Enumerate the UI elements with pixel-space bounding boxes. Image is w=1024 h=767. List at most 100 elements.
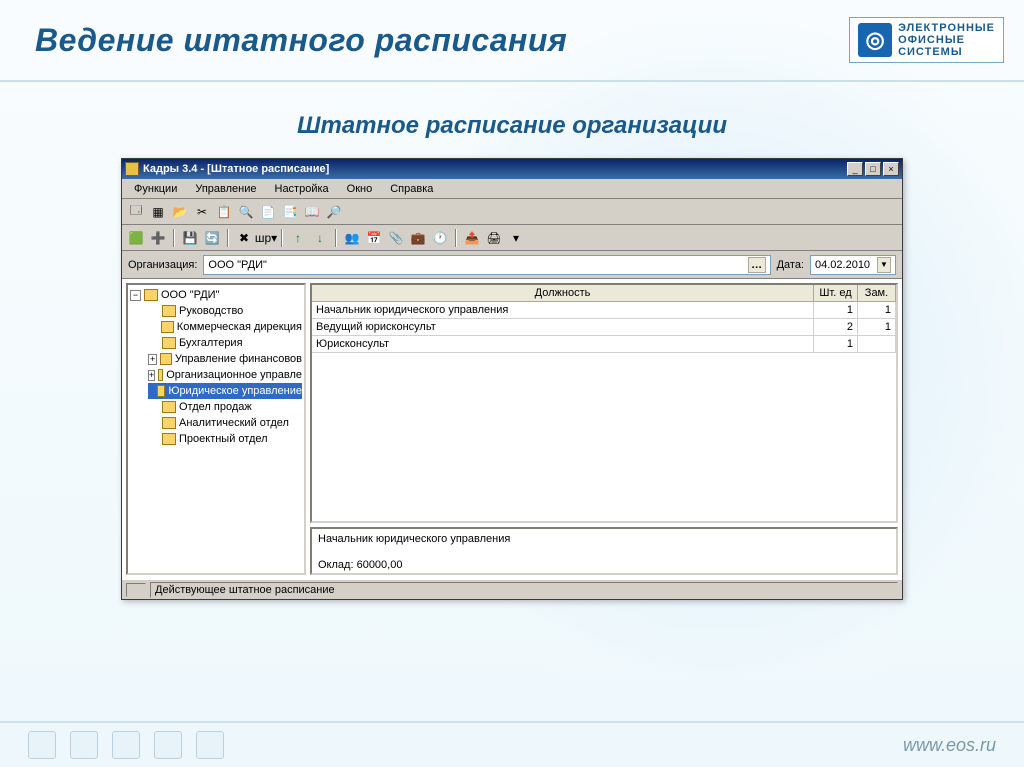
detail-position: Начальник юридического управления [318, 533, 890, 545]
maximize-button[interactable]: □ [865, 162, 881, 176]
titlebar[interactable]: Кадры 3.4 - [Штатное расписание] _ □ × [122, 159, 902, 179]
tree-node-label: Бухгалтерия [179, 337, 243, 349]
tree-node[interactable]: Отдел продаж [148, 399, 302, 415]
tree-node-label: Руководство [179, 305, 243, 317]
cell: Юрисконсульт [312, 336, 814, 352]
calendar-icon[interactable]: 📅 [364, 228, 384, 248]
org-input[interactable]: ООО "РДИ" … [203, 255, 770, 275]
folder-icon [158, 369, 163, 381]
table-row[interactable]: Юрисконсульт1 [312, 336, 896, 353]
tree-root[interactable]: − ООО "РДИ" [130, 287, 302, 303]
app-window: Кадры 3.4 - [Штатное расписание] _ □ × Ф… [121, 158, 903, 600]
cell [858, 336, 896, 352]
statusbar: Действующее штатное расписание [122, 579, 902, 599]
tree-node[interactable]: Юридическое управление [148, 383, 302, 399]
attach-icon[interactable]: 📎 [386, 228, 406, 248]
org-tree[interactable]: − ООО "РДИ" Руководство Коммерческая дире… [126, 283, 306, 575]
save-icon[interactable]: 💾 [180, 228, 200, 248]
tree-node[interactable]: + Управление финансовов [148, 351, 302, 367]
paste-icon[interactable]: 📋 [214, 202, 234, 222]
folder-icon [160, 353, 172, 365]
scissors-icon[interactable]: ✂ [192, 202, 212, 222]
org-browse-button[interactable]: … [748, 257, 766, 273]
users-icon[interactable]: 👥 [342, 228, 362, 248]
search-icon[interactable]: 🔍 [236, 202, 256, 222]
window-title: Кадры 3.4 - [Штатное расписание] [143, 163, 329, 175]
date-dropdown-button[interactable]: ▼ [877, 257, 891, 273]
cell: 1 [814, 302, 858, 318]
footer-icon-5 [196, 731, 224, 759]
clock-icon[interactable]: 🕐 [430, 228, 450, 248]
menu-management[interactable]: Управление [187, 181, 264, 197]
date-input[interactable]: 04.02.2010 ▼ [810, 255, 896, 275]
dropdown-icon[interactable]: ▾ [506, 228, 526, 248]
footer-icon-4 [154, 731, 182, 759]
folder-icon [144, 289, 158, 301]
export-icon[interactable]: 📤 [462, 228, 482, 248]
col-position[interactable]: Должность [312, 285, 814, 301]
tree-node[interactable]: Руководство [148, 303, 302, 319]
col-units[interactable]: Шт. ед [814, 285, 858, 301]
open-icon[interactable]: 📂 [170, 202, 190, 222]
tree-node-label: Проектный отдел [179, 433, 268, 445]
refresh-icon[interactable]: 🔄 [202, 228, 222, 248]
collapse-icon[interactable]: − [130, 290, 141, 301]
toggle-icon[interactable]: шр▾ [256, 228, 276, 248]
salary-value: 60000,00 [357, 559, 403, 571]
down-icon[interactable]: ↓ [310, 228, 330, 248]
doc-icon[interactable]: 📄 [258, 202, 278, 222]
filter-bar: Организация: ООО "РДИ" … Дата: 04.02.201… [122, 251, 902, 279]
print-icon[interactable]: 🖨 [484, 228, 504, 248]
book-icon[interactable]: 📖 [302, 202, 322, 222]
minimize-button[interactable]: _ [847, 162, 863, 176]
list-icon[interactable]: 📑 [280, 202, 300, 222]
folder-icon [162, 433, 176, 445]
add-icon[interactable]: ➕ [148, 228, 168, 248]
grid-icon[interactable]: ▦ [148, 202, 168, 222]
card-icon[interactable]: 🗔 [126, 202, 146, 222]
menu-window[interactable]: Окно [339, 181, 381, 197]
tree-node-label: Аналитический отдел [179, 417, 289, 429]
expand-icon[interactable]: + [148, 354, 157, 365]
table-row[interactable]: Ведущий юрисконсульт21 [312, 319, 896, 336]
table-row[interactable]: Начальник юридического управления11 [312, 302, 896, 319]
folder-icon [162, 401, 176, 413]
positions-grid[interactable]: Должность Шт. ед Зам. Начальник юридичес… [310, 283, 898, 523]
brand-logo: ◎ ЭЛЕКТРОННЫЕ ОФИСНЫЕ СИСТЕМЫ [849, 17, 1004, 63]
briefcase-icon[interactable]: 💼 [408, 228, 428, 248]
detail-panel: Начальник юридического управления Оклад:… [310, 527, 898, 575]
menu-help[interactable]: Справка [382, 181, 441, 197]
tree-node-label: Управление финансовов [175, 353, 302, 365]
logo-icon: ◎ [858, 23, 892, 57]
app-icon [125, 162, 139, 176]
salary-label: Оклад: [318, 559, 354, 571]
up-icon[interactable]: ↑ [288, 228, 308, 248]
tree-node[interactable]: Коммерческая дирекция [148, 319, 302, 335]
menu-functions[interactable]: Функции [126, 181, 185, 197]
footer-icon-2 [70, 731, 98, 759]
tree-root-label: ООО "РДИ" [161, 289, 220, 301]
folder-icon [162, 305, 176, 317]
tree-node[interactable]: Проектный отдел [148, 431, 302, 447]
tree-node[interactable]: +Организационное управле [148, 367, 302, 383]
folder-icon [162, 337, 176, 349]
footer-url: www.eos.ru [903, 735, 996, 756]
tree-node[interactable]: Аналитический отдел [148, 415, 302, 431]
tree-node[interactable]: Бухгалтерия [148, 335, 302, 351]
cell: Ведущий юрисконсульт [312, 319, 814, 335]
col-subst[interactable]: Зам. [858, 285, 896, 301]
cell: 2 [814, 319, 858, 335]
status-text: Действующее штатное расписание [150, 582, 898, 598]
cell: Начальник юридического управления [312, 302, 814, 318]
expand-icon[interactable]: + [148, 370, 155, 381]
org-value: ООО "РДИ" [208, 259, 267, 271]
org-label: Организация: [128, 259, 197, 271]
logo-line3: СИСТЕМЫ [898, 46, 995, 58]
slide-subtitle: Штатное расписание организации [0, 112, 1024, 140]
zoom-icon[interactable]: 🔎 [324, 202, 344, 222]
delete-icon[interactable]: ✖ [234, 228, 254, 248]
tree-node-label: Коммерческая дирекция [177, 321, 302, 333]
menu-settings[interactable]: Настройка [267, 181, 337, 197]
close-button[interactable]: × [883, 162, 899, 176]
new-icon[interactable]: 🟩 [126, 228, 146, 248]
